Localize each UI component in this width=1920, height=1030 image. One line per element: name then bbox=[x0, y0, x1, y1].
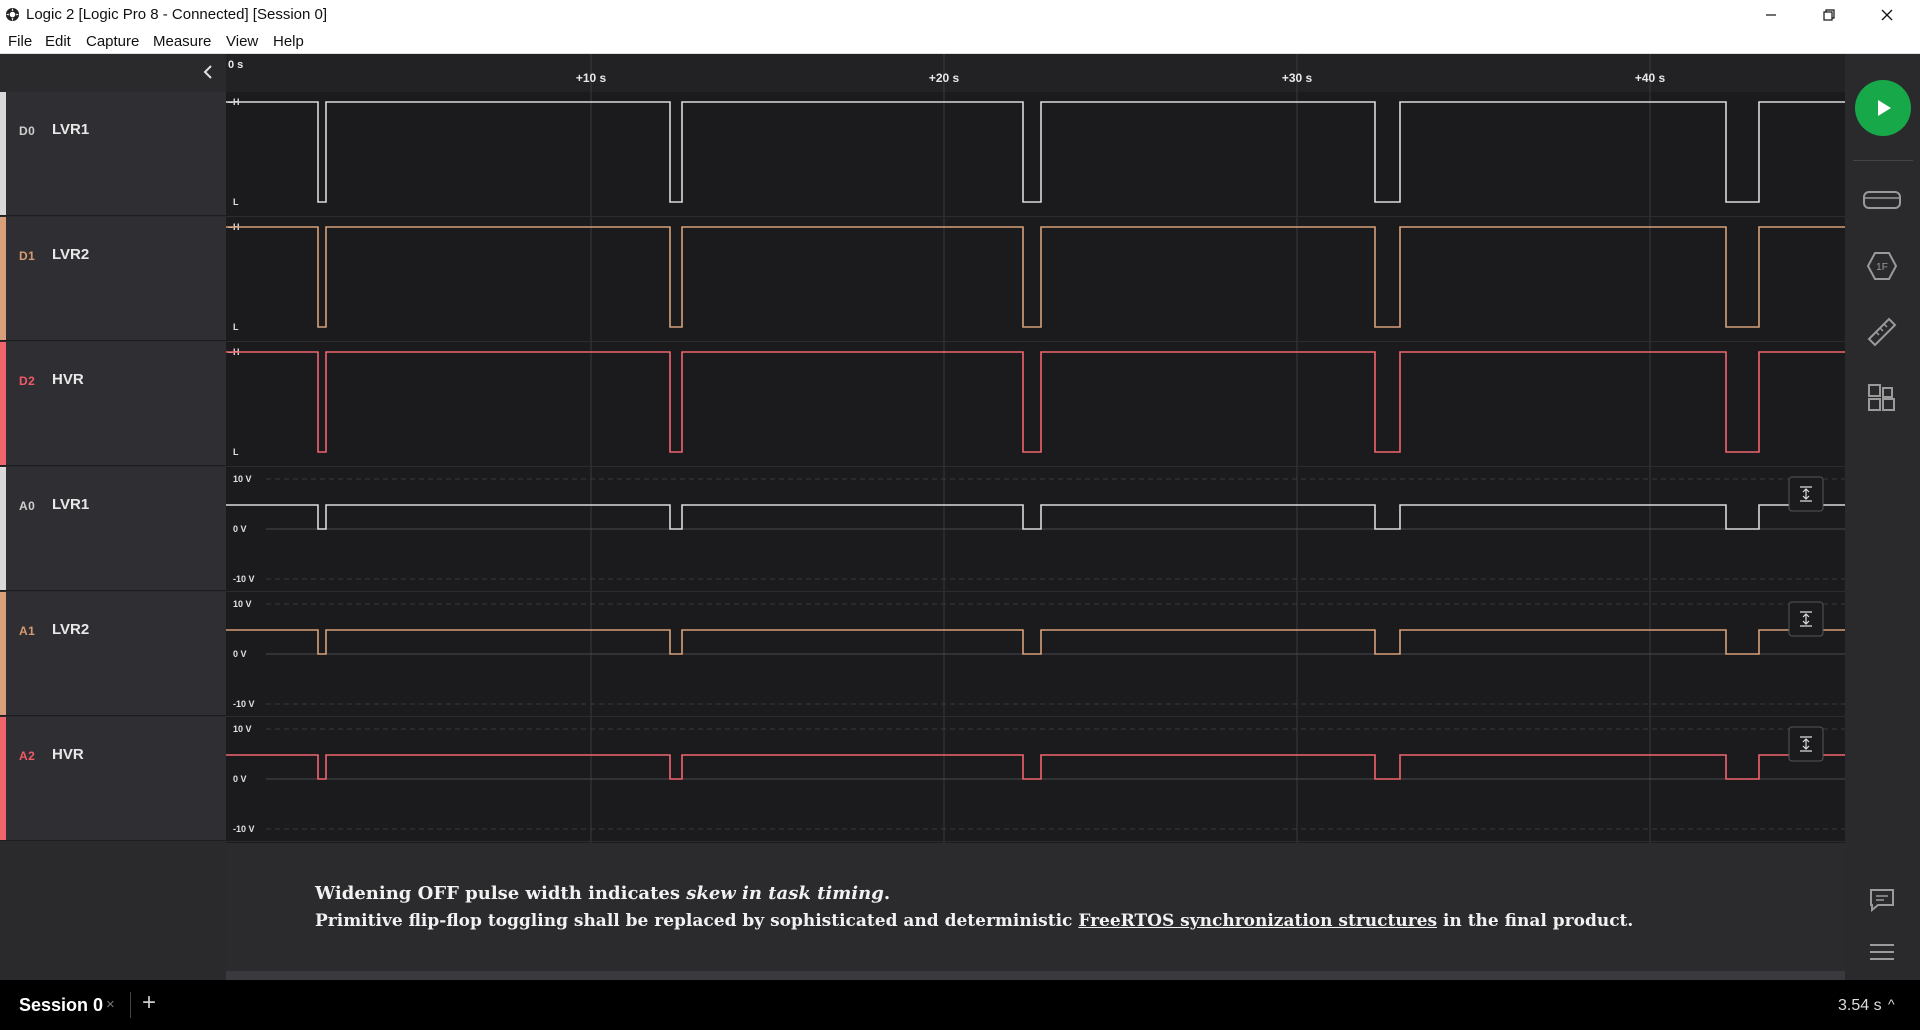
channel-row-d0[interactable]: D0 LVR1 bbox=[0, 92, 226, 216]
channel-row-d1[interactable]: D1 LVR2 bbox=[0, 217, 226, 341]
channel-color-bar bbox=[0, 467, 6, 590]
note-line-2: Primitive flip-flop toggling shall be re… bbox=[315, 911, 1634, 931]
timeline-ruler[interactable] bbox=[226, 54, 1845, 92]
digital-low-label: L bbox=[233, 322, 239, 332]
close-icon bbox=[1881, 9, 1893, 21]
channel-row-d2[interactable]: D2 HVR bbox=[0, 342, 226, 466]
voltage-zero-label: 0 V bbox=[233, 524, 247, 534]
autoscale-button[interactable] bbox=[1788, 726, 1824, 762]
device-settings-button[interactable] bbox=[1863, 181, 1901, 219]
minimize-icon bbox=[1766, 14, 1776, 16]
channel-row-a1[interactable]: A1 LVR2 bbox=[0, 592, 226, 716]
voltage-max-label: 10 V bbox=[233, 599, 252, 609]
channel-id: A2 bbox=[19, 749, 36, 763]
analyzer-icon: 1F bbox=[1866, 252, 1898, 280]
menu-file[interactable]: File bbox=[8, 33, 32, 50]
restore-icon bbox=[1823, 9, 1835, 21]
menu-capture[interactable]: Capture bbox=[86, 33, 139, 50]
chevron-up-icon[interactable]: ^ bbox=[1888, 996, 1895, 1012]
channel-id: D0 bbox=[19, 124, 36, 138]
channel-row-a2[interactable]: A2 HVR bbox=[0, 717, 226, 841]
menu-edit[interactable]: Edit bbox=[45, 33, 71, 50]
capture-duration: 3.54 s bbox=[1838, 997, 1882, 1014]
menu-measure[interactable]: Measure bbox=[153, 33, 211, 50]
autoscale-button[interactable] bbox=[1788, 476, 1824, 512]
channel-color-bar bbox=[0, 592, 6, 715]
restore-button[interactable] bbox=[1806, 0, 1852, 30]
channel-row-a0[interactable]: A0 LVR1 bbox=[0, 467, 226, 591]
ruler-icon bbox=[1867, 317, 1897, 347]
feedback-button[interactable] bbox=[1863, 881, 1901, 919]
analyzers-button[interactable]: 1F bbox=[1863, 247, 1901, 285]
note-underlined-text: FreeRTOS synchronization structures bbox=[1078, 911, 1438, 931]
timeline-tick-label: +10 s bbox=[576, 71, 607, 85]
start-capture-button[interactable] bbox=[1855, 80, 1911, 136]
voltage-min-label: -10 V bbox=[233, 699, 255, 709]
timeline-tick-label: +40 s bbox=[1635, 71, 1666, 85]
channel-name[interactable]: LVR1 bbox=[52, 121, 89, 138]
close-session-icon[interactable]: × bbox=[106, 996, 115, 1013]
voltage-max-label: 10 V bbox=[233, 724, 252, 734]
digital-low-label: L bbox=[233, 447, 239, 457]
channel-panel: D0 LVR1 D1 LVR2 D2 HVR A0 LVR1 A1 LVR2 A… bbox=[0, 54, 226, 980]
notes-panel[interactable]: Widening OFF pulse width indicates skew … bbox=[226, 843, 1845, 971]
minimize-button[interactable] bbox=[1748, 0, 1794, 30]
toolbar-divider bbox=[1853, 160, 1913, 161]
tab-divider bbox=[130, 992, 131, 1018]
note-line-1: Widening OFF pulse width indicates skew … bbox=[315, 883, 891, 904]
channel-name[interactable]: LVR1 bbox=[52, 496, 89, 513]
channel-name[interactable]: HVR bbox=[52, 746, 84, 763]
logic-app-icon bbox=[5, 7, 20, 22]
play-icon bbox=[1878, 100, 1891, 116]
window-title: Logic 2 [Logic Pro 8 - Connected] [Sessi… bbox=[26, 6, 328, 23]
channel-color-bar bbox=[0, 92, 6, 215]
chevron-left-icon bbox=[203, 65, 212, 79]
voltage-min-label: -10 V bbox=[233, 824, 255, 834]
channel-id: A1 bbox=[19, 624, 36, 638]
collapse-panel-button[interactable] bbox=[198, 62, 218, 82]
channel-name[interactable]: LVR2 bbox=[52, 621, 89, 638]
autoscale-button[interactable] bbox=[1788, 601, 1824, 637]
menu-view[interactable]: View bbox=[226, 33, 258, 50]
device-icon bbox=[1863, 191, 1901, 209]
channel-color-bar bbox=[0, 342, 6, 465]
voltage-min-label: -10 V bbox=[233, 574, 255, 584]
channel-color-bar bbox=[0, 717, 6, 840]
svg-text:1F: 1F bbox=[1876, 262, 1888, 273]
horizontal-scrollbar[interactable] bbox=[226, 971, 1845, 980]
note-emphasis: skew in task timing bbox=[686, 883, 884, 904]
channel-name[interactable]: HVR bbox=[52, 371, 84, 388]
channel-color-bar bbox=[0, 217, 6, 340]
voltage-max-label: 10 V bbox=[233, 474, 252, 484]
voltage-zero-label: 0 V bbox=[233, 649, 247, 659]
session-bar: Session 0 × + 3.54 s ^ bbox=[0, 980, 1920, 1030]
add-session-button[interactable]: + bbox=[142, 989, 156, 1017]
title-bar: Logic 2 [Logic Pro 8 - Connected] [Sessi… bbox=[0, 0, 1920, 30]
menu-bar: File Edit Capture Measure View Help bbox=[0, 30, 1920, 54]
close-window-button[interactable] bbox=[1864, 0, 1910, 30]
hamburger-icon bbox=[1870, 944, 1894, 960]
chat-icon bbox=[1870, 889, 1894, 913]
waveform-background bbox=[226, 54, 1845, 843]
session-tab[interactable]: Session 0 bbox=[19, 995, 103, 1016]
voltage-zero-label: 0 V bbox=[233, 774, 247, 784]
timeline-tick-label: +20 s bbox=[929, 71, 960, 85]
channel-id: A0 bbox=[19, 499, 36, 513]
timeline-origin-label: 0 s bbox=[228, 59, 243, 71]
channel-name[interactable]: LVR2 bbox=[52, 246, 89, 263]
extensions-button[interactable] bbox=[1863, 379, 1901, 417]
channel-id: D2 bbox=[19, 374, 36, 388]
digital-low-label: L bbox=[233, 197, 239, 207]
main-menu-button[interactable] bbox=[1863, 933, 1901, 971]
timeline-tick-label: +30 s bbox=[1282, 71, 1313, 85]
menu-help[interactable]: Help bbox=[273, 33, 304, 50]
channel-id: D1 bbox=[19, 249, 36, 263]
waveform-view[interactable]: 0 s +10 s +20 s +30 s +40 s –HL–HL–HL10 … bbox=[226, 54, 1845, 843]
extensions-icon bbox=[1868, 384, 1895, 411]
right-toolbar: 1F bbox=[1845, 54, 1920, 980]
measurements-button[interactable] bbox=[1863, 313, 1901, 351]
